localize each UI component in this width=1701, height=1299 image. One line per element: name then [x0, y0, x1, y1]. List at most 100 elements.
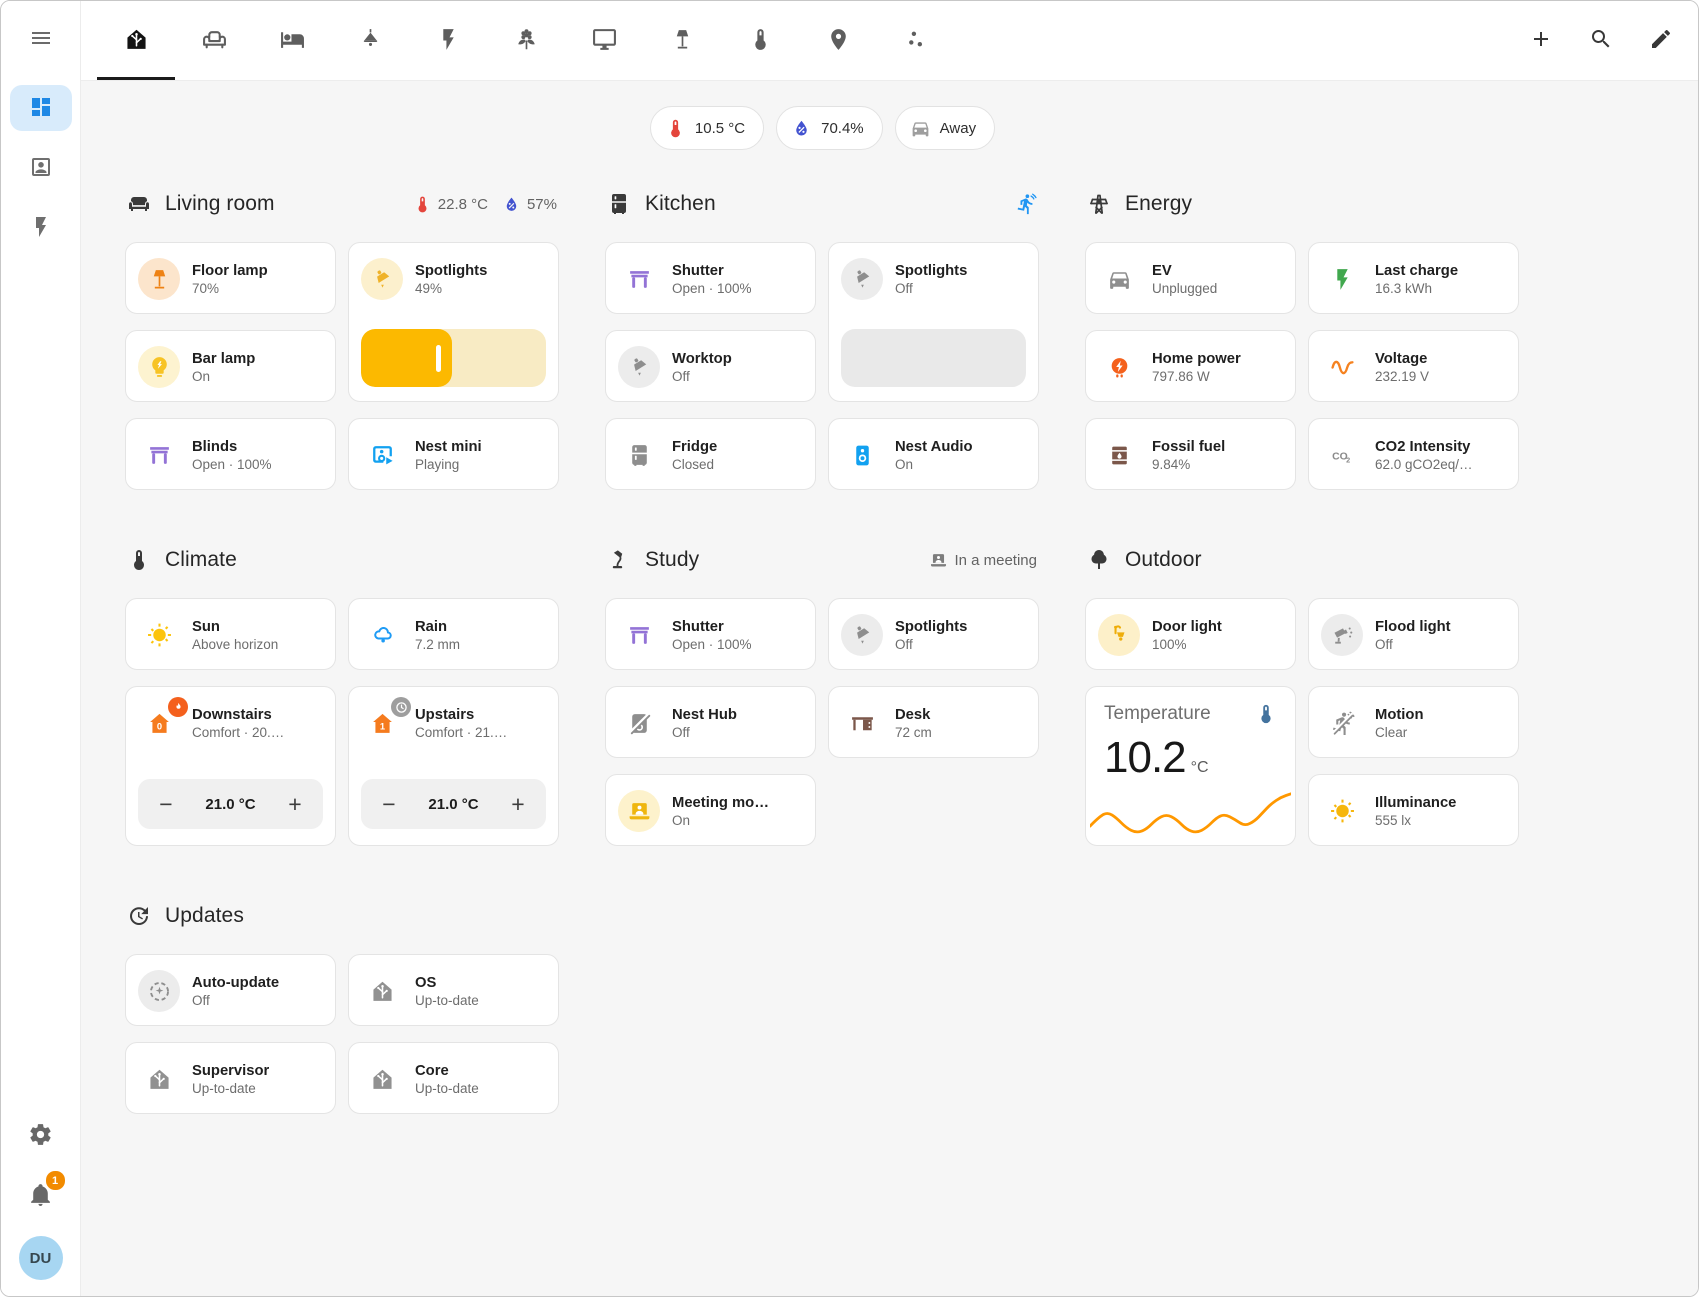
- card-shutter[interactable]: ShutterOpen · 100%: [605, 242, 816, 314]
- card-row: 1UpstairsComfort · 21.…: [349, 687, 558, 759]
- section-header-right: [1015, 193, 1037, 215]
- card-status: Up-to-date: [415, 993, 479, 1008]
- humidity-chip[interactable]: 70.4%: [776, 106, 883, 150]
- desk-icon: [841, 702, 883, 744]
- floor-lamp-icon: [670, 27, 695, 55]
- section-cards: EVUnpluggedLast charge16.3 kWh Home power…: [1085, 242, 1519, 490]
- card-os[interactable]: OSUp-to-date: [348, 954, 559, 1026]
- increase-temperature-button[interactable]: +: [496, 782, 540, 826]
- sections-grid: Living room22.8 °C57%Floor lamp70%Spotli…: [125, 188, 1520, 1168]
- card-auto-update[interactable]: Auto-updateOff: [125, 954, 336, 1026]
- card-last-charge[interactable]: Last charge16.3 kWh: [1308, 242, 1519, 314]
- card-voltage[interactable]: Voltage232.19 V: [1308, 330, 1519, 402]
- add-button[interactable]: [1518, 18, 1564, 64]
- tab-garden[interactable]: [487, 1, 565, 80]
- dashboard-column-2: KitchenShutterOpen · 100%SpotlightsOffWo…: [605, 188, 1039, 900]
- brightness-slider[interactable]: [841, 329, 1026, 387]
- rain-icon: [361, 614, 403, 656]
- card-row: WorktopOff: [606, 331, 815, 402]
- card-fossil-fuel[interactable]: Fossil fuel9.84%: [1085, 418, 1296, 490]
- card-supervisor[interactable]: SupervisorUp-to-date: [125, 1042, 336, 1114]
- sidebar-bottom: 1 DU: [19, 1116, 63, 1280]
- card-nest-audio[interactable]: Nest AudioOn: [828, 418, 1039, 490]
- card-text: Home power797.86 W: [1152, 351, 1241, 384]
- card-row: Nest AudioOn: [829, 419, 1038, 490]
- tab-energy[interactable]: [409, 1, 487, 80]
- card-spotlights[interactable]: Spotlights49%: [348, 242, 559, 402]
- card-floor-lamp[interactable]: Floor lamp70%: [125, 242, 336, 314]
- sidebar-item-energy[interactable]: [10, 205, 72, 251]
- fridge-icon: [618, 434, 660, 476]
- card-title: Bar lamp: [192, 351, 255, 367]
- card-row: OSUp-to-date: [349, 955, 558, 1026]
- card-shutter[interactable]: ShutterOpen · 100%: [605, 598, 816, 670]
- card-rain[interactable]: Rain7.2 mm: [348, 598, 559, 670]
- tab-media[interactable]: [565, 1, 643, 80]
- card-motion[interactable]: MotionClear: [1308, 686, 1519, 758]
- section-energy: EnergyEVUnpluggedLast charge16.3 kWhHome…: [1085, 188, 1519, 490]
- brightness-slider[interactable]: [361, 329, 546, 387]
- card-row: Nest miniPlaying: [349, 419, 558, 490]
- increase-temperature-button[interactable]: +: [273, 782, 317, 826]
- card-illuminance[interactable]: Illuminance555 lx: [1308, 774, 1519, 846]
- sidebar-item-dashboard[interactable]: [10, 85, 72, 131]
- card-co2-intensity[interactable]: CO2CO2 Intensity62.0 gCO2eq/…: [1308, 418, 1519, 490]
- card-status: 232.19 V: [1375, 369, 1429, 384]
- sidebar-item-person[interactable]: [10, 145, 72, 191]
- card-door-light[interactable]: Door light100%: [1085, 598, 1296, 670]
- card-sun[interactable]: SunAbove horizon: [125, 598, 336, 670]
- section-cards: Floor lamp70%Spotlights49%Bar lampOn Blin…: [125, 242, 559, 490]
- svg-text:2: 2: [1346, 455, 1350, 464]
- card-upstairs[interactable]: 1UpstairsComfort · 21.…−21.0 °C+: [348, 686, 559, 846]
- tab-sensors[interactable]: [877, 1, 955, 80]
- section-header: Outdoor: [1087, 544, 1517, 576]
- decrease-temperature-button[interactable]: −: [144, 782, 188, 826]
- card-downstairs[interactable]: 0DownstairsComfort · 20.…−21.0 °C+: [125, 686, 336, 846]
- slider-handle[interactable]: [436, 345, 441, 372]
- settings-button[interactable]: [21, 1116, 61, 1156]
- card-title: Auto-update: [192, 975, 279, 991]
- card-title: Core: [415, 1063, 479, 1079]
- search-button[interactable]: [1578, 18, 1624, 64]
- card-nest-hub[interactable]: Nest HubOff: [605, 686, 816, 758]
- flame-badge-icon: [168, 697, 188, 717]
- avatar[interactable]: DU: [19, 1236, 63, 1280]
- card-blinds[interactable]: BlindsOpen · 100%: [125, 418, 336, 490]
- tab-home[interactable]: [97, 1, 175, 80]
- outdoor-temperature-chip[interactable]: 10.5 °C: [650, 106, 764, 150]
- tab-lamps[interactable]: [643, 1, 721, 80]
- card-text: FridgeClosed: [672, 439, 717, 472]
- card-spotlights[interactable]: SpotlightsOff: [828, 242, 1039, 402]
- grid-wrap: 10.5 °C 70.4% Away Living room22.8 °C57%Fl…: [125, 106, 1520, 1168]
- card-text: Meeting mo…On: [672, 795, 769, 828]
- card-nest-mini[interactable]: Nest miniPlaying: [348, 418, 559, 490]
- card-meeting-mode[interactable]: Meeting mo…On: [605, 774, 816, 846]
- card-status: Off: [672, 369, 732, 384]
- menu-button[interactable]: [17, 15, 65, 63]
- tab-locations[interactable]: [799, 1, 877, 80]
- tab-lights[interactable]: [331, 1, 409, 80]
- sine-icon: [1321, 346, 1363, 388]
- card-temperature[interactable]: Temperature10.2°C: [1085, 686, 1296, 846]
- card-core[interactable]: CoreUp-to-date: [348, 1042, 559, 1114]
- card-row: MotionClear: [1309, 687, 1518, 758]
- card-ev[interactable]: EVUnplugged: [1085, 242, 1296, 314]
- card-home-power[interactable]: Home power797.86 W: [1085, 330, 1296, 402]
- card-spotlights[interactable]: SpotlightsOff: [828, 598, 1039, 670]
- card-worktop[interactable]: WorktopOff: [605, 330, 816, 402]
- dashboard-column-3: EnergyEVUnpluggedLast charge16.3 kWhHome…: [1085, 188, 1519, 900]
- chip-label: 10.5 °C: [695, 120, 745, 137]
- card-flood-light[interactable]: Flood lightOff: [1308, 598, 1519, 670]
- tab-climate[interactable]: [721, 1, 799, 80]
- card-status: 9.84%: [1152, 457, 1225, 472]
- tab-living-room[interactable]: [175, 1, 253, 80]
- edit-button[interactable]: [1638, 18, 1684, 64]
- card-row: Bar lampOn: [126, 331, 335, 402]
- presence-chip[interactable]: Away: [895, 106, 995, 150]
- notifications-button[interactable]: 1: [21, 1176, 61, 1216]
- card-desk[interactable]: Desk72 cm: [828, 686, 1039, 758]
- card-fridge[interactable]: FridgeClosed: [605, 418, 816, 490]
- card-bar-lamp[interactable]: Bar lampOn: [125, 330, 336, 402]
- decrease-temperature-button[interactable]: −: [367, 782, 411, 826]
- tab-bedroom[interactable]: [253, 1, 331, 80]
